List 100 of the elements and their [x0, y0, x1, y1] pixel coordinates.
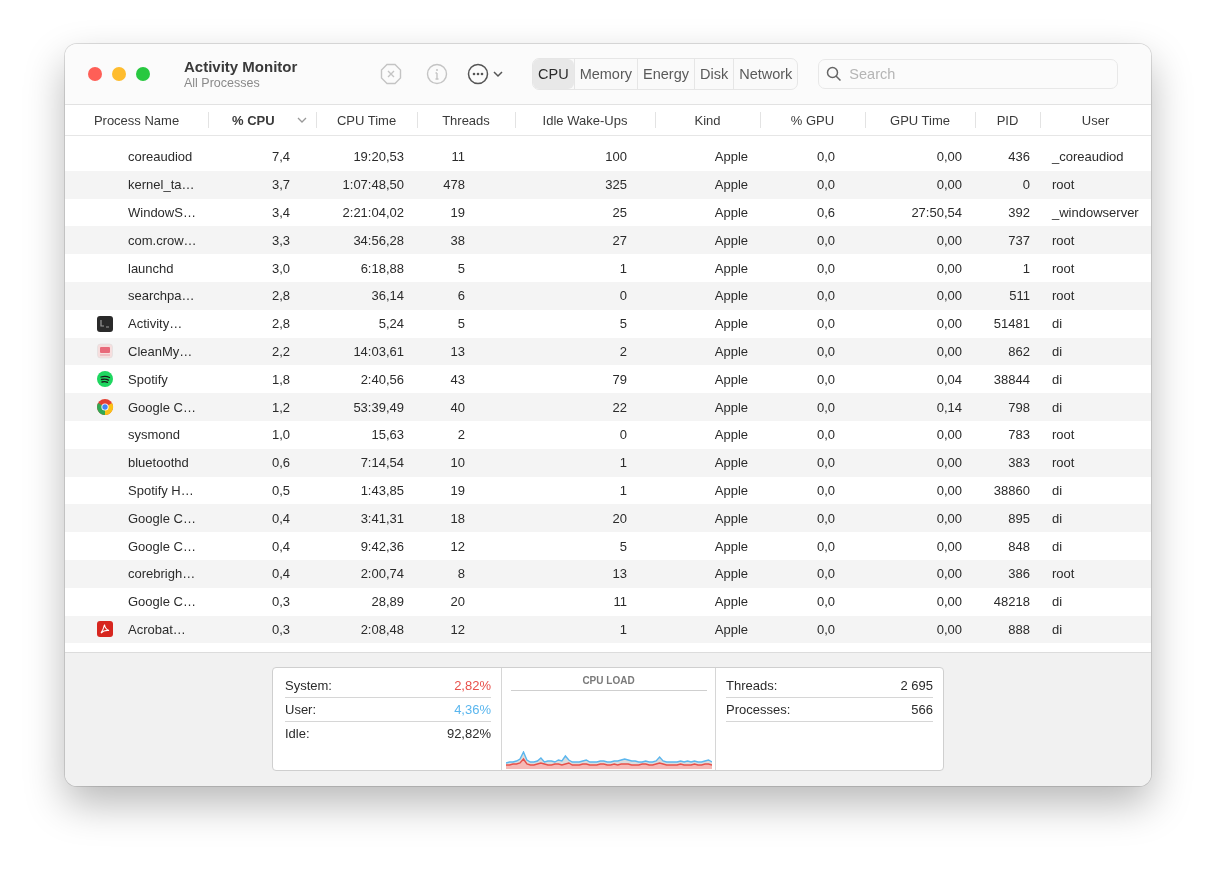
table-cell: Apple: [714, 427, 748, 443]
table-cell: di: [1052, 482, 1063, 498]
table-cell: 0,0: [816, 149, 835, 165]
column-header[interactable]: Threads: [417, 105, 515, 135]
table-cell: 0,00: [936, 510, 962, 526]
table-cell: 2:08,48: [360, 621, 404, 637]
table-cell: 19: [450, 205, 465, 220]
close-window-button[interactable]: [88, 67, 102, 81]
table-cell: 888: [1008, 621, 1030, 637]
table-cell: 5,24: [378, 316, 404, 332]
table-cell: Acrobat…: [128, 621, 186, 637]
terminal-app-icon: [96, 314, 114, 333]
table-cell: 0,00: [936, 316, 962, 332]
column-header[interactable]: PID: [975, 105, 1040, 135]
process-row[interactable]: Google C… 0,3 28,89 20 11 Apple 0,0 0,00 48218 di: [65, 587, 1151, 616]
process-row[interactable]: CleanMy… 2,2 14:03,61 13 2 Apple 0,0 0,00 862 di: [65, 337, 1151, 366]
table-cell: 0,3: [271, 594, 290, 610]
table-cell: 0,0: [816, 538, 835, 554]
table-cell: 478: [443, 177, 465, 193]
table-cell: 0: [1022, 177, 1030, 193]
table-cell: 1: [1022, 260, 1030, 276]
process-row[interactable]: bluetoothd 0,6 7:14,54 10 1 Apple 0,0 0,00 383 root: [65, 448, 1151, 477]
table-cell: 783: [1008, 427, 1030, 443]
table-cell: Apple: [714, 343, 748, 359]
process-row[interactable]: kernel_ta… 3,7 1:07:48,50 478 325 Apple 0,0 0,00 0 root: [65, 170, 1151, 199]
table-cell: 38844: [993, 371, 1030, 387]
process-row[interactable]: Spotify 1,8 2:40,56 43 79 Apple 0,0 0,04 38844 di: [65, 365, 1151, 394]
table-cell: 48218: [993, 594, 1030, 610]
process-row[interactable]: coreaudiod 7,4 19:20,53 11 100 Apple 0,0 0,00 436 _coreaudiod: [65, 143, 1151, 171]
process-row[interactable]: corebrigh… 0,4 2:00,74 8 13 Apple 0,0 0,00 386 root: [65, 559, 1151, 588]
process-row[interactable]: Acrobat… 0,3 2:08,48 12 1 Apple 0,0 0,00 888 di: [65, 615, 1151, 644]
table-cell: 0,00: [936, 482, 962, 498]
sort-chevron-icon: [297, 117, 307, 124]
table-cell: coreaudiod: [128, 149, 193, 165]
table-cell: 36,14: [371, 288, 404, 304]
table-cell: 0,00: [936, 260, 962, 276]
table-cell: 386: [1008, 566, 1030, 582]
table-cell: 511: [1009, 288, 1030, 304]
table-cell: Apple: [714, 316, 748, 332]
process-row[interactable]: Google C… 1,2 53:39,49 40 22 Apple 0,0 0,14 798 di: [65, 393, 1151, 421]
process-row[interactable]: Google C… 0,4 9:42,36 12 5 Apple 0,0 0,00 848 di: [65, 532, 1151, 560]
tab[interactable]: Memory: [573, 59, 637, 89]
tab[interactable]: Disk: [693, 59, 734, 89]
table-cell: 51481: [993, 316, 1030, 332]
table-cell: 18: [450, 510, 465, 526]
table-cell: searchpa…: [128, 288, 195, 304]
stat-value: 566: [911, 702, 933, 717]
table-cell: 0,0: [816, 482, 835, 498]
column-header[interactable]: Process Name: [65, 105, 208, 135]
table-cell: sysmond: [128, 427, 181, 443]
stat-label: User:: [285, 702, 317, 717]
column-header[interactable]: % CPU: [208, 105, 316, 135]
table-cell: 5: [457, 260, 465, 276]
more-icon: [467, 63, 489, 85]
table-cell: 5: [619, 316, 627, 332]
process-row[interactable]: Activity… 2,8 5,24 5 5 Apple 0,0 0,00 51481 di: [65, 309, 1151, 338]
table-cell: 53:39,49: [353, 399, 404, 415]
stat-value: 2 695: [900, 678, 933, 693]
table-cell: 0,0: [816, 566, 835, 582]
table-cell: 0,6: [271, 455, 290, 471]
table-cell: Apple: [714, 482, 748, 498]
table-cell: Apple: [714, 594, 748, 610]
process-row[interactable]: searchpa… 2,8 36,14 6 0 Apple 0,0 0,00 511 root: [65, 282, 1151, 310]
table-cell: Google C…: [128, 399, 196, 415]
table-cell: di: [1052, 621, 1063, 637]
table-cell: 0,00: [936, 149, 962, 165]
column-header[interactable]: CPU Time: [316, 105, 417, 135]
table-cell: 848: [1008, 538, 1030, 554]
table-cell: root: [1052, 566, 1075, 582]
tab[interactable]: Energy: [637, 59, 694, 89]
search-field[interactable]: Search: [818, 59, 1119, 89]
column-header[interactable]: Kind: [655, 105, 760, 135]
process-row[interactable]: sysmond 1,0 15,63 2 0 Apple 0,0 0,00 783 root: [65, 420, 1151, 449]
table-cell: 0,0: [816, 621, 835, 637]
process-row[interactable]: Spotify H… 0,5 1:43,85 19 1 Apple 0,0 0,00 38860 di: [65, 476, 1151, 505]
table-cell: 392: [1008, 205, 1030, 220]
column-header[interactable]: % GPU: [760, 105, 865, 135]
column-header[interactable]: Idle Wake-Ups: [515, 105, 655, 135]
process-row[interactable]: launchd 3,0 6:18,88 5 1 Apple 0,0 0,00 1 root: [65, 254, 1151, 282]
process-row[interactable]: com.crow… 3,3 34:56,28 38 27 Apple 0,0 0,00 737 root: [65, 226, 1151, 255]
column-header[interactable]: GPU Time: [865, 105, 975, 135]
table-cell: kernel_ta…: [128, 177, 195, 193]
process-row[interactable]: WindowS… 3,4 2:21:04,02 19 25 Apple 0,6 27:50,54 392 _windowserver: [65, 198, 1151, 227]
chart-title: CPU LOAD: [510, 675, 707, 691]
table-cell: _windowserver: [1052, 205, 1139, 220]
table-cell: 325: [605, 177, 627, 193]
table-cell: Apple: [714, 177, 748, 193]
minimize-window-button[interactable]: [112, 67, 126, 81]
tab[interactable]: CPU: [533, 59, 574, 89]
table-cell: 2: [457, 427, 465, 443]
tab[interactable]: Network: [733, 59, 798, 89]
stat-value: 4,36%: [454, 702, 491, 717]
table-cell: root: [1052, 288, 1075, 304]
zoom-window-button[interactable]: [136, 67, 150, 81]
table-cell: 3,3: [271, 232, 290, 248]
process-row[interactable]: Google C… 0,4 3:41,31 18 20 Apple 0,0 0,00 895 di: [65, 504, 1151, 533]
table-cell: 38860: [993, 482, 1030, 498]
column-header[interactable]: User: [1040, 105, 1151, 135]
table-cell: di: [1052, 594, 1063, 610]
table-cell: di: [1052, 316, 1063, 332]
